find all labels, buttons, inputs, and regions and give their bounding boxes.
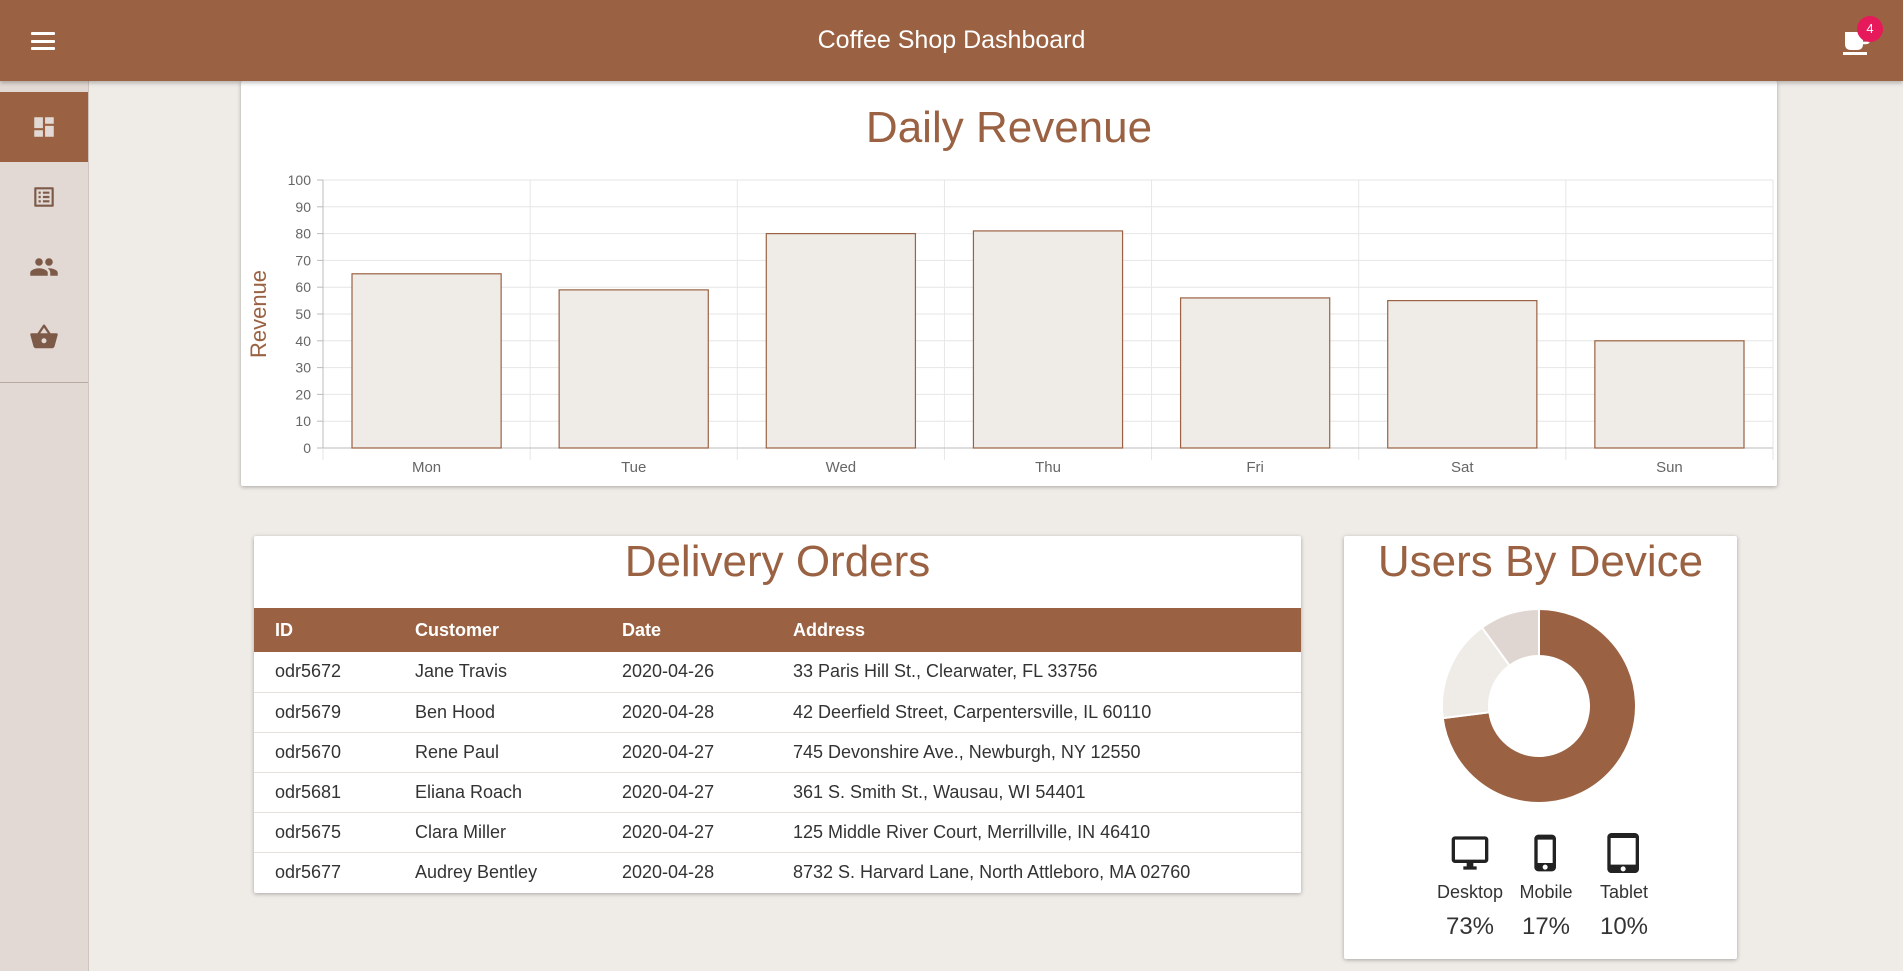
order-address: 361 S. Smith St., Wausau, WI 54401 — [772, 772, 1301, 813]
y-tick-label: 70 — [295, 252, 311, 268]
revenue-bar-chart: 0 10 20 30 40 50 60 70 80 90 100 Mon Tue Wed Thu Fri Sat… — [246, 172, 1774, 476]
order-id: odr5681 — [254, 772, 394, 813]
tablet-icon — [1607, 833, 1639, 873]
order-id: odr5679 — [254, 692, 394, 733]
device-percent: 10% — [1599, 913, 1649, 940]
cart-count-badge: 4 — [1857, 16, 1883, 42]
device-tablet: Tablet 10% — [1589, 833, 1659, 941]
y-tick-label: 10 — [295, 413, 311, 429]
bar — [765, 233, 917, 449]
order-date: 2020-04-27 — [601, 812, 772, 853]
y-tick-label: 0 — [303, 440, 311, 456]
basket-icon — [30, 324, 58, 349]
users-icon — [30, 258, 58, 276]
orders-card: Delivery Orders ID Customer Date Address… — [254, 536, 1301, 893]
sidebar-item-orders[interactable] — [0, 162, 88, 232]
y-tick-label: 60 — [295, 279, 311, 295]
sidebar-item-users[interactable] — [0, 232, 88, 302]
y-axis-label: Revenue — [246, 270, 271, 358]
order-customer: Ben Hood — [394, 692, 601, 733]
order-address: 33 Paris Hill St., Clearwater, FL 33756 — [772, 652, 1301, 693]
table-row[interactable]: odr5679 Ben Hood 2020-04-28 42 Deerfield… — [254, 692, 1301, 733]
app-bar: Coffee Shop Dashboard 4 — [0, 0, 1903, 81]
order-customer: Audrey Bentley — [415, 861, 538, 882]
order-customer: Jane Travis — [394, 652, 601, 693]
column-header-address[interactable]: Address — [772, 608, 1301, 652]
x-tick-label: Fri — [1246, 459, 1264, 476]
y-tick-label: 30 — [295, 360, 311, 376]
orders-list-icon — [34, 187, 54, 207]
order-date: 2020-04-28 — [622, 861, 715, 882]
device-mobile: Mobile 17% — [1516, 833, 1576, 941]
sidebar-divider — [0, 382, 88, 383]
app-title: Coffee Shop Dashboard — [817, 26, 1086, 54]
device-donut-chart — [1441, 607, 1637, 804]
x-tick-label: Tue — [621, 459, 646, 476]
sidebar — [0, 81, 89, 971]
device-label: Mobile — [1519, 882, 1573, 902]
order-customer: Clara Miller — [394, 812, 601, 853]
column-header-id[interactable]: ID — [254, 608, 394, 652]
sidebar-item-basket[interactable] — [0, 302, 88, 372]
table-header-row: ID Customer Date Address — [254, 608, 1301, 652]
order-date: 2020-04-27 — [601, 772, 772, 813]
orders-table: ID Customer Date Address odr5672 Jane Tr… — [254, 608, 1301, 892]
device-desktop: Desktop 73% — [1430, 833, 1510, 941]
table-row[interactable]: odr5670 Rene Paul 2020-04-27 745 Devonsh… — [254, 732, 1301, 773]
cart-button[interactable]: 4 — [1841, 16, 1883, 58]
column-header-date[interactable]: Date — [601, 608, 772, 652]
bar — [1594, 340, 1745, 449]
order-date: 2020-04-28 — [601, 692, 772, 733]
order-date: 2020-04-26 — [601, 652, 772, 693]
y-tick-label: 50 — [295, 306, 311, 322]
devices-card: Users By Device Desktop 73% Mobile 17% T… — [1344, 536, 1737, 959]
table-row[interactable]: odr5677 Audrey Bentley 2020-04-28 8732 S… — [254, 852, 1301, 892]
y-tick-label: 40 — [295, 333, 311, 349]
y-tick-label: 100 — [288, 172, 312, 188]
table-row[interactable]: odr5675 Clara Miller 2020-04-27 125 Midd… — [254, 812, 1301, 853]
order-id: odr5677 — [275, 861, 342, 882]
x-tick-label: Wed — [826, 459, 857, 476]
device-percent: 73% — [1445, 913, 1495, 940]
bar — [558, 289, 709, 449]
order-customer: Rene Paul — [394, 732, 601, 773]
device-label: Tablet — [1599, 882, 1649, 902]
order-id: odr5670 — [254, 732, 394, 773]
table-row[interactable]: odr5672 Jane Travis 2020-04-26 33 Paris … — [254, 652, 1301, 693]
x-tick-label: Sun — [1656, 459, 1683, 476]
order-customer: Eliana Roach — [394, 772, 601, 813]
order-address: 8732 S. Harvard Lane, North Attleboro, M… — [793, 861, 1191, 882]
mobile-icon — [1534, 834, 1556, 872]
order-id: odr5675 — [254, 812, 394, 853]
bar — [1179, 297, 1331, 449]
bar — [1387, 300, 1538, 449]
y-tick-label: 20 — [295, 386, 311, 402]
y-tick-label: 90 — [295, 199, 311, 215]
order-date: 2020-04-27 — [601, 732, 772, 773]
column-header-customer[interactable]: Customer — [394, 608, 601, 652]
revenue-card: Daily Revenue 0 10 20 30 40 50 60 70 80 90 100 Mon T… — [241, 81, 1777, 486]
device-label: Desktop — [1436, 882, 1504, 902]
order-id: odr5672 — [254, 652, 394, 693]
order-address: 125 Middle River Court, Merrillville, IN… — [772, 812, 1301, 853]
order-address: 745 Devonshire Ave., Newburgh, NY 12550 — [772, 732, 1301, 773]
bar — [351, 273, 502, 449]
orders-title: Delivery Orders — [624, 537, 931, 586]
sidebar-item-dashboard[interactable] — [0, 92, 88, 162]
bar — [972, 230, 1124, 449]
desktop-icon — [1451, 836, 1489, 870]
x-tick-label: Thu — [1035, 459, 1061, 476]
order-address: 42 Deerfield Street, Carpentersville, IL… — [772, 692, 1301, 733]
devices-title: Users By Device — [1377, 537, 1704, 586]
dashboard-icon — [34, 117, 54, 137]
table-row[interactable]: odr5681 Eliana Roach 2020-04-27 361 S. S… — [254, 772, 1301, 813]
y-tick-label: 80 — [295, 226, 311, 242]
x-tick-label: Mon — [412, 459, 441, 476]
device-percent: 17% — [1521, 913, 1571, 940]
x-tick-label: Sat — [1451, 459, 1474, 476]
